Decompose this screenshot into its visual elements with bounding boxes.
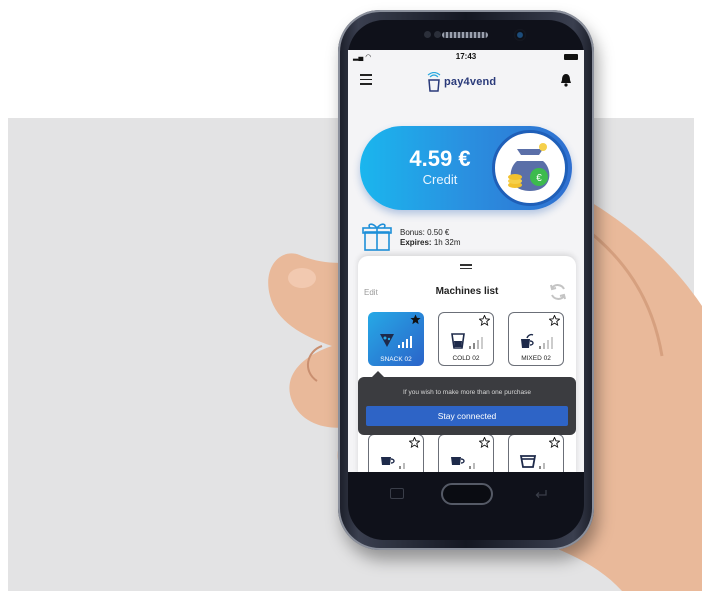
machine-tile[interactable] <box>368 434 424 472</box>
battery-icon <box>564 54 578 60</box>
star-filled-icon[interactable] <box>410 314 421 325</box>
front-camera-icon <box>514 29 526 41</box>
credit-amount: 4.59 € <box>409 146 471 171</box>
stay-connected-button[interactable]: Stay connected <box>366 406 568 426</box>
bell-icon[interactable] <box>560 73 572 87</box>
machines-sheet: Machines list Edit SNACK 02 COLD 02 MIXE… <box>358 256 576 472</box>
snack-icon <box>380 334 394 347</box>
tooltip-message: If you wish to make more than one purcha… <box>403 389 531 396</box>
signal-strength-icon <box>399 463 405 469</box>
star-outline-icon[interactable] <box>549 437 560 448</box>
expires-label: Expires: <box>400 238 432 247</box>
back-arrow-icon[interactable] <box>534 488 548 498</box>
speaker-grille <box>442 32 488 38</box>
status-time: 17:43 <box>455 52 477 61</box>
cup-icon <box>519 455 537 468</box>
logo-mark-icon <box>427 72 441 92</box>
signal-strength-icon <box>469 337 483 349</box>
machine-label: COLD 02 <box>452 355 480 362</box>
app-screen: ▂▄ ◠ 17:43 pay4vend 4.59 € Credit € Bonu… <box>348 50 584 472</box>
star-outline-icon[interactable] <box>479 315 490 326</box>
hamburger-menu-icon[interactable] <box>360 74 372 85</box>
star-outline-icon[interactable] <box>549 315 560 326</box>
machines-title: Machines list <box>435 286 499 297</box>
machine-tile-snack[interactable]: SNACK 02 <box>368 312 424 366</box>
credit-card[interactable]: 4.59 € Credit € <box>360 126 572 210</box>
sensor-icon <box>434 31 441 38</box>
gift-icon <box>362 223 392 251</box>
logo-text: pay4vend <box>444 76 497 88</box>
coffee-icon <box>451 457 465 465</box>
machine-tile[interactable] <box>438 434 494 472</box>
edit-button[interactable]: Edit <box>364 288 378 297</box>
drag-handle[interactable] <box>460 264 472 269</box>
home-button[interactable] <box>441 483 493 505</box>
star-outline-icon[interactable] <box>479 437 490 448</box>
star-outline-icon[interactable] <box>409 437 420 448</box>
app-header: pay4vend <box>348 66 584 96</box>
machine-tile[interactable] <box>508 434 564 472</box>
recent-apps-icon[interactable] <box>390 488 404 499</box>
stay-connected-tooltip: If you wish to make more than one purcha… <box>358 371 576 435</box>
mixed-icon <box>521 333 534 348</box>
signal-strength-icon <box>398 336 412 348</box>
cold-drink-icon <box>451 333 465 349</box>
svg-text:€: € <box>536 173 542 184</box>
bonus-info: Bonus: 0.50 € Expires: 1h 32m <box>400 228 461 248</box>
status-bar: ▂▄ ◠ 17:43 <box>348 50 584 64</box>
expires-value: 1h 32m <box>433 238 461 247</box>
machine-tile-mixed[interactable]: MIXED 02 <box>508 312 564 366</box>
sensor-icon <box>424 31 431 38</box>
coffee-icon <box>381 457 395 465</box>
credit-label: Credit <box>422 172 458 187</box>
tooltip-arrow <box>372 371 384 377</box>
signal-strength-icon <box>539 337 553 349</box>
signal-strength-icon <box>539 463 545 469</box>
machine-tile-cold[interactable]: COLD 02 <box>438 312 494 366</box>
bonus-expiry: Expires: 1h 32m <box>400 238 461 248</box>
bonus-value: Bonus: 0.50 € <box>400 228 450 237</box>
bonus-row: Bonus: 0.50 € Expires: 1h 32m <box>362 220 572 254</box>
machine-label: SNACK 02 <box>380 356 412 363</box>
refresh-icon[interactable] <box>548 282 568 302</box>
money-bag-icon: € <box>492 130 568 206</box>
brand-logo: pay4vend <box>426 70 516 92</box>
signal-strength-icon <box>469 463 475 469</box>
machine-label: MIXED 02 <box>521 355 551 362</box>
